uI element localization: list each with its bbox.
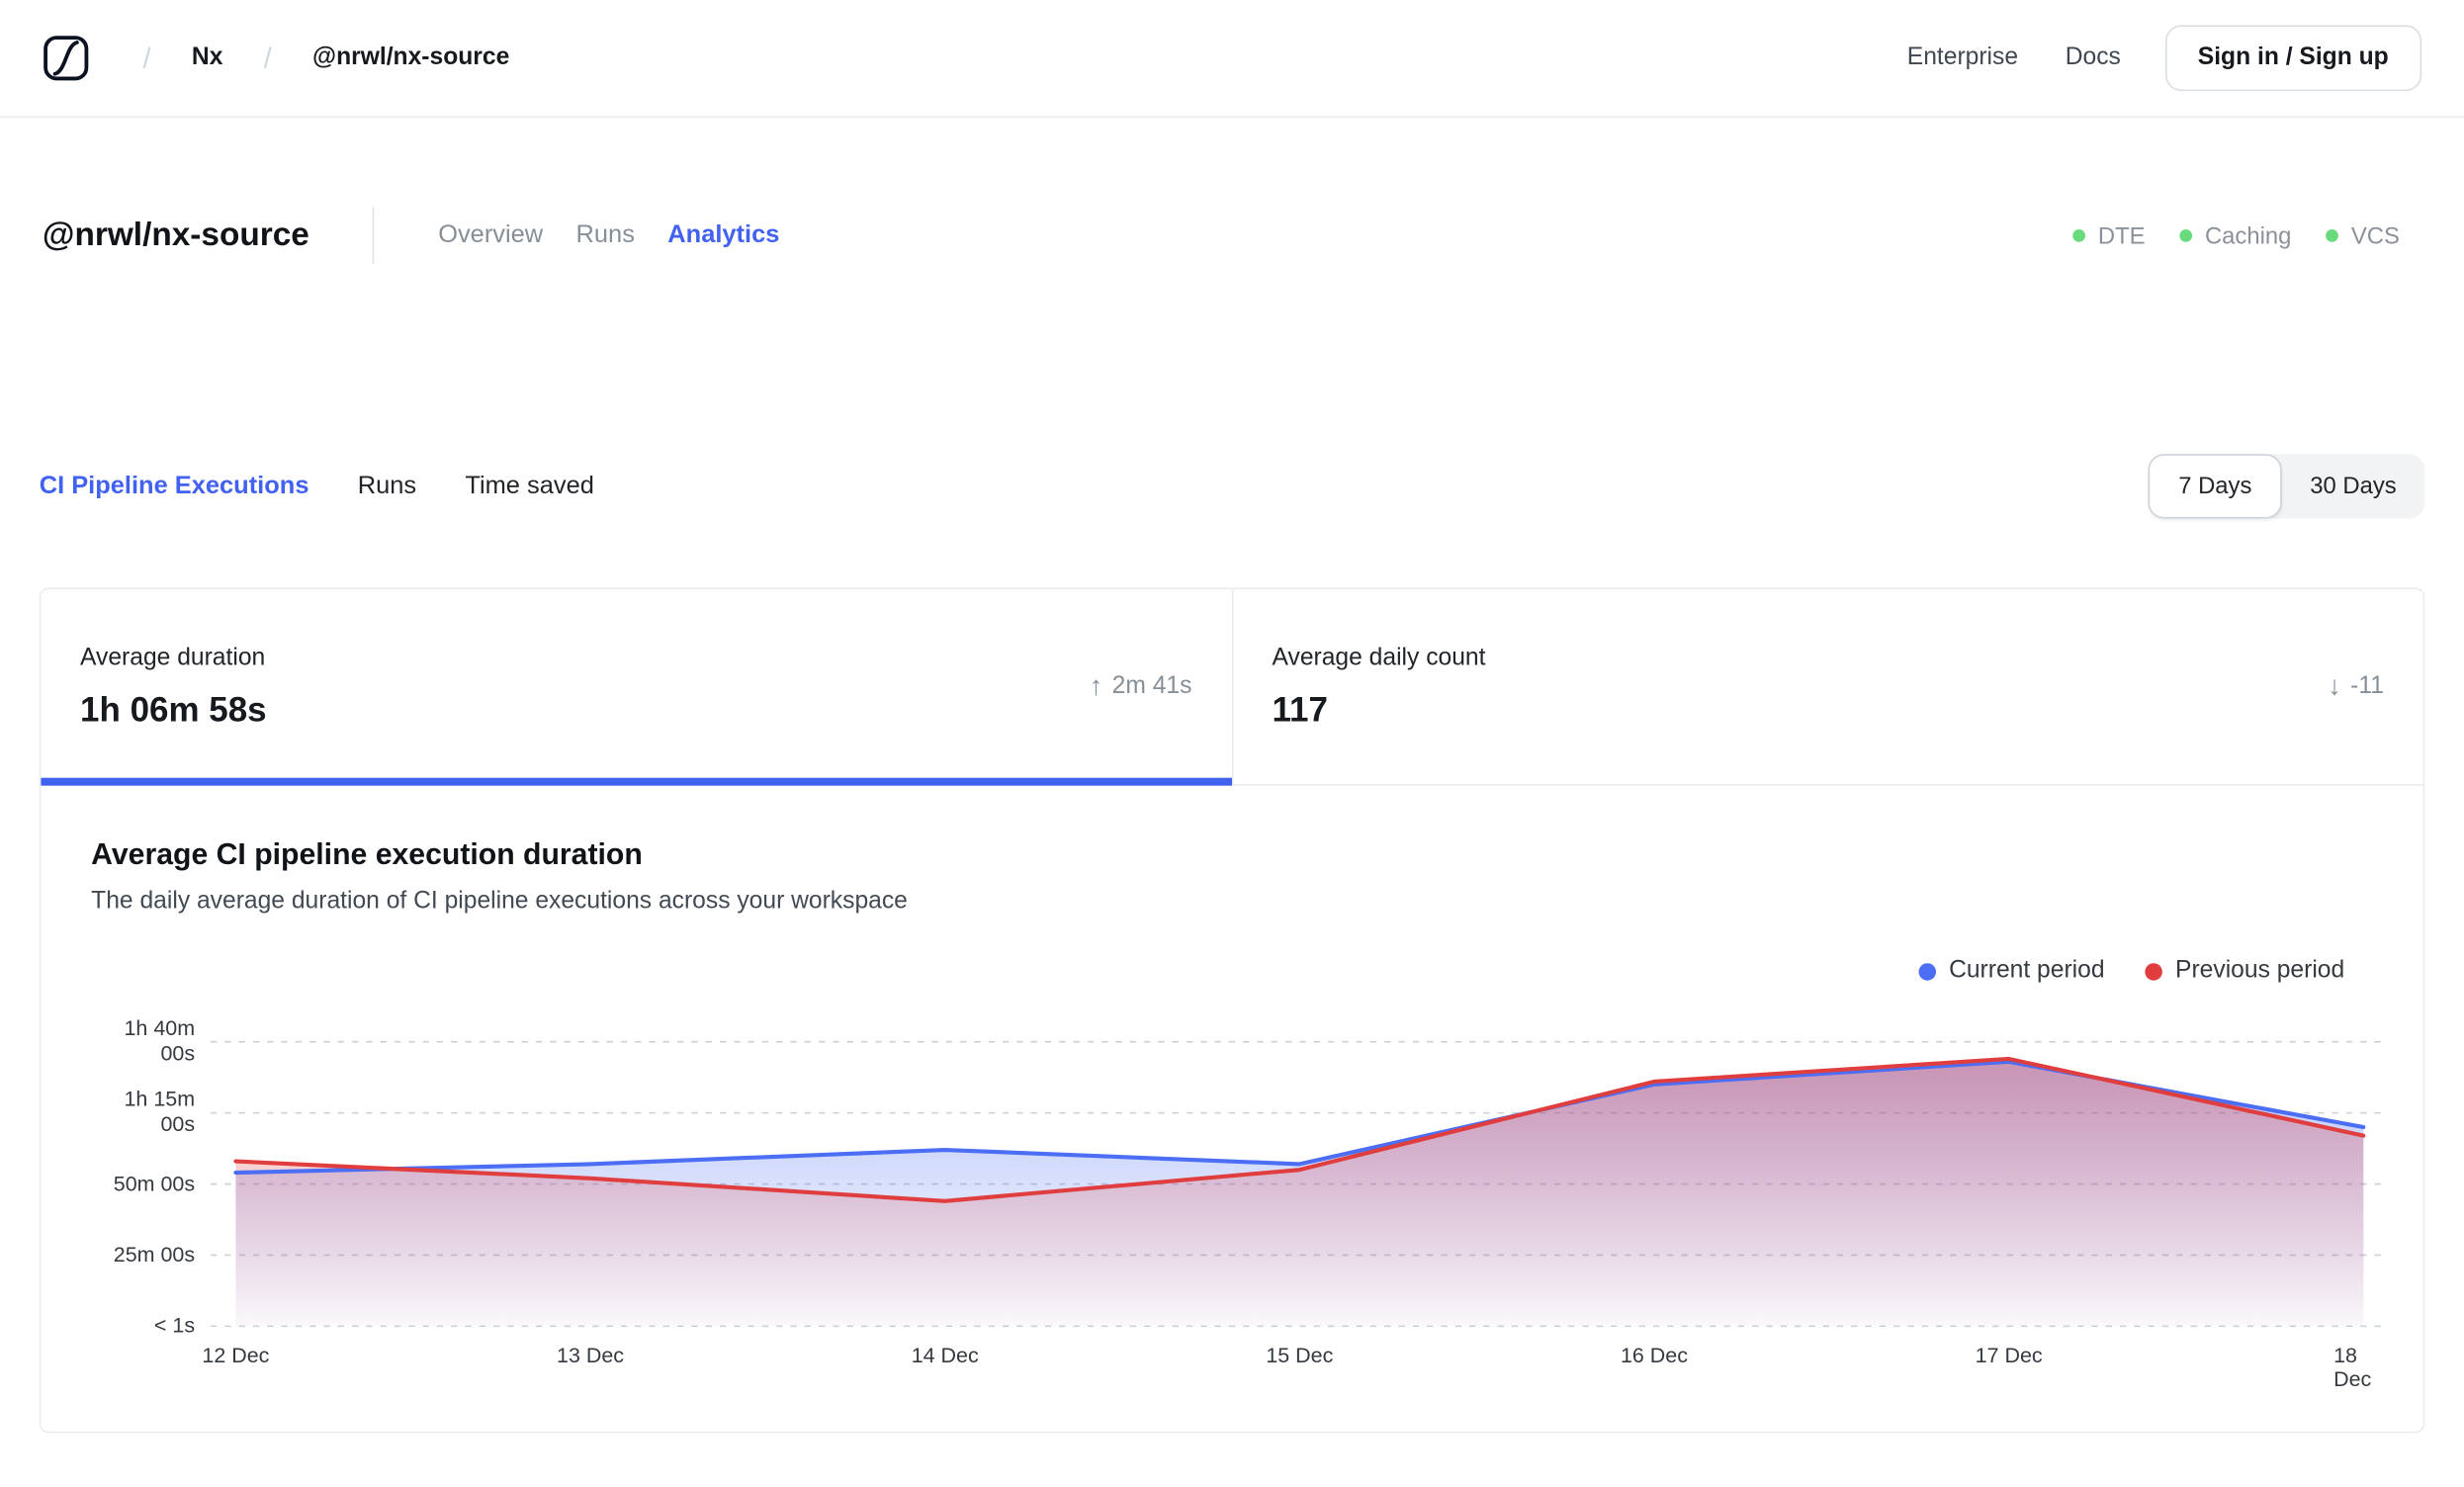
y-axis-label: 1h 40m 00s	[124, 1015, 196, 1066]
analytics-panel: Average duration 1h 06m 58s ↑ 2m 41s Average…	[39, 587, 2425, 1434]
x-axis-label: 14 Dec	[911, 1343, 979, 1367]
status-dot-icon	[2072, 229, 2086, 242]
analytics-subtabs: CI Pipeline Executions Runs Time saved	[40, 473, 643, 501]
chart-subtitle: The daily average duration of CI pipelin…	[91, 887, 908, 915]
analytics-toolbar: CI Pipeline Executions Runs Time saved 7 D…	[0, 454, 2464, 519]
legend-current-period: Current period	[1918, 956, 2105, 986]
sign-in-button[interactable]: Sign in / Sign up	[2164, 25, 2422, 92]
metric-label: Average daily count	[1272, 643, 1486, 670]
metric-delta-value: 2m 41s	[1111, 672, 1192, 700]
metric-card-average-daily-count[interactable]: Average daily count 117 ↓ -11	[1231, 588, 2422, 785]
tab-runs[interactable]: Runs	[576, 221, 635, 250]
duration-chart: 1h 40m 00s 1h 15m 00s 50m 00s 25m 00s < 1s 12…	[41, 995, 2422, 1391]
workspace-header: @nrwl/nx-source Overview Runs Analytics DT…	[0, 201, 2464, 270]
status-label: DTE	[2097, 221, 2146, 249]
status-vcs: VCS	[2326, 221, 2400, 249]
duration-chart-plot[interactable]	[41, 995, 2424, 1391]
metric-value: 117	[1272, 688, 1328, 729]
chart-header: Average CI pipeline execution duration T…	[41, 786, 2422, 917]
chart-title: Average CI pipeline execution duration	[91, 838, 643, 873]
subtab-runs[interactable]: Runs	[358, 473, 416, 501]
metric-card-content: Average daily count 117	[1273, 644, 1486, 730]
subtab-ci-pipeline-executions[interactable]: CI Pipeline Executions	[40, 473, 309, 501]
breadcrumb-separator: /	[142, 42, 151, 73]
nx-cloud-logo-icon[interactable]	[43, 35, 90, 82]
header-tabs: Overview Runs Analytics	[438, 221, 779, 250]
status-dte: DTE	[2072, 221, 2146, 249]
nav-link-docs[interactable]: Docs	[2066, 44, 2121, 73]
metric-delta: ↓ -11	[2328, 671, 2384, 703]
x-axis-label: 16 Dec	[1620, 1343, 1688, 1367]
metric-delta-value: -11	[2350, 672, 2384, 700]
subtab-time-saved[interactable]: Time saved	[465, 473, 593, 501]
nav-link-enterprise[interactable]: Enterprise	[1907, 44, 2018, 73]
range-option-30-days[interactable]: 30 Days	[2282, 454, 2425, 518]
y-axis-label: 50m 00s	[113, 1171, 196, 1195]
status-dot-icon	[2179, 229, 2193, 242]
top-nav: / Nx / @nrwl/nx-source Enterprise Docs Si…	[0, 0, 2464, 119]
x-axis-label: 18 Dec	[2333, 1343, 2372, 1391]
x-axis-label: 15 Dec	[1266, 1343, 1334, 1367]
y-axis-label: 1h 15m 00s	[124, 1087, 196, 1137]
tab-analytics[interactable]: Analytics	[667, 221, 779, 250]
metric-cards: Average duration 1h 06m 58s ↑ 2m 41s Average…	[41, 588, 2423, 786]
tab-overview[interactable]: Overview	[438, 221, 543, 250]
metric-value: 1h 06m 58s	[80, 688, 267, 729]
active-card-underline	[41, 777, 1232, 786]
legend-label: Current period	[1949, 956, 2105, 984]
nav-links: Enterprise Docs	[1907, 44, 2121, 73]
metric-card-average-duration[interactable]: Average duration 1h 06m 58s ↑ 2m 41s	[41, 589, 1232, 786]
legend-dot-icon	[2145, 962, 2163, 980]
breadcrumb-separator: /	[263, 42, 272, 73]
range-option-7-days[interactable]: 7 Days	[2149, 454, 2282, 519]
y-axis-label: < 1s	[153, 1313, 196, 1338]
status-dot-icon	[2326, 229, 2339, 242]
breadcrumb-repo[interactable]: @nrwl/nx-source	[312, 44, 509, 73]
arrow-down-icon: ↓	[2328, 670, 2341, 701]
metric-delta: ↑ 2m 41s	[1090, 671, 1192, 703]
legend-previous-period: Previous period	[2145, 956, 2345, 986]
status-indicators: DTE Caching VCS	[2072, 222, 2421, 249]
status-label: VCS	[2350, 221, 2400, 249]
nav-right: Enterprise Docs Sign in / Sign up	[1907, 25, 2422, 92]
series-area-previous-period	[235, 1058, 2364, 1327]
range-toggle: 7 Days 30 Days	[2149, 454, 2425, 519]
metric-label: Average duration	[80, 643, 266, 670]
y-axis-label: 25m 00s	[113, 1242, 196, 1267]
chart-legend: Current period Previous period	[41, 957, 2422, 986]
x-axis-label: 13 Dec	[557, 1343, 625, 1367]
workspace-title: @nrwl/nx-source	[42, 217, 309, 253]
metric-card-content: Average duration 1h 06m 58s	[80, 644, 267, 730]
legend-dot-icon	[1918, 962, 1937, 980]
status-caching: Caching	[2179, 221, 2292, 249]
x-axis-label: 17 Dec	[1975, 1343, 2043, 1367]
legend-label: Previous period	[2175, 956, 2345, 984]
x-axis-label: 12 Dec	[202, 1343, 270, 1367]
arrow-up-icon: ↑	[1089, 670, 1103, 701]
breadcrumb: / Nx / @nrwl/nx-source	[43, 35, 509, 82]
status-label: Caching	[2204, 221, 2292, 249]
vertical-divider	[372, 207, 375, 265]
breadcrumb-org[interactable]: Nx	[192, 44, 223, 73]
